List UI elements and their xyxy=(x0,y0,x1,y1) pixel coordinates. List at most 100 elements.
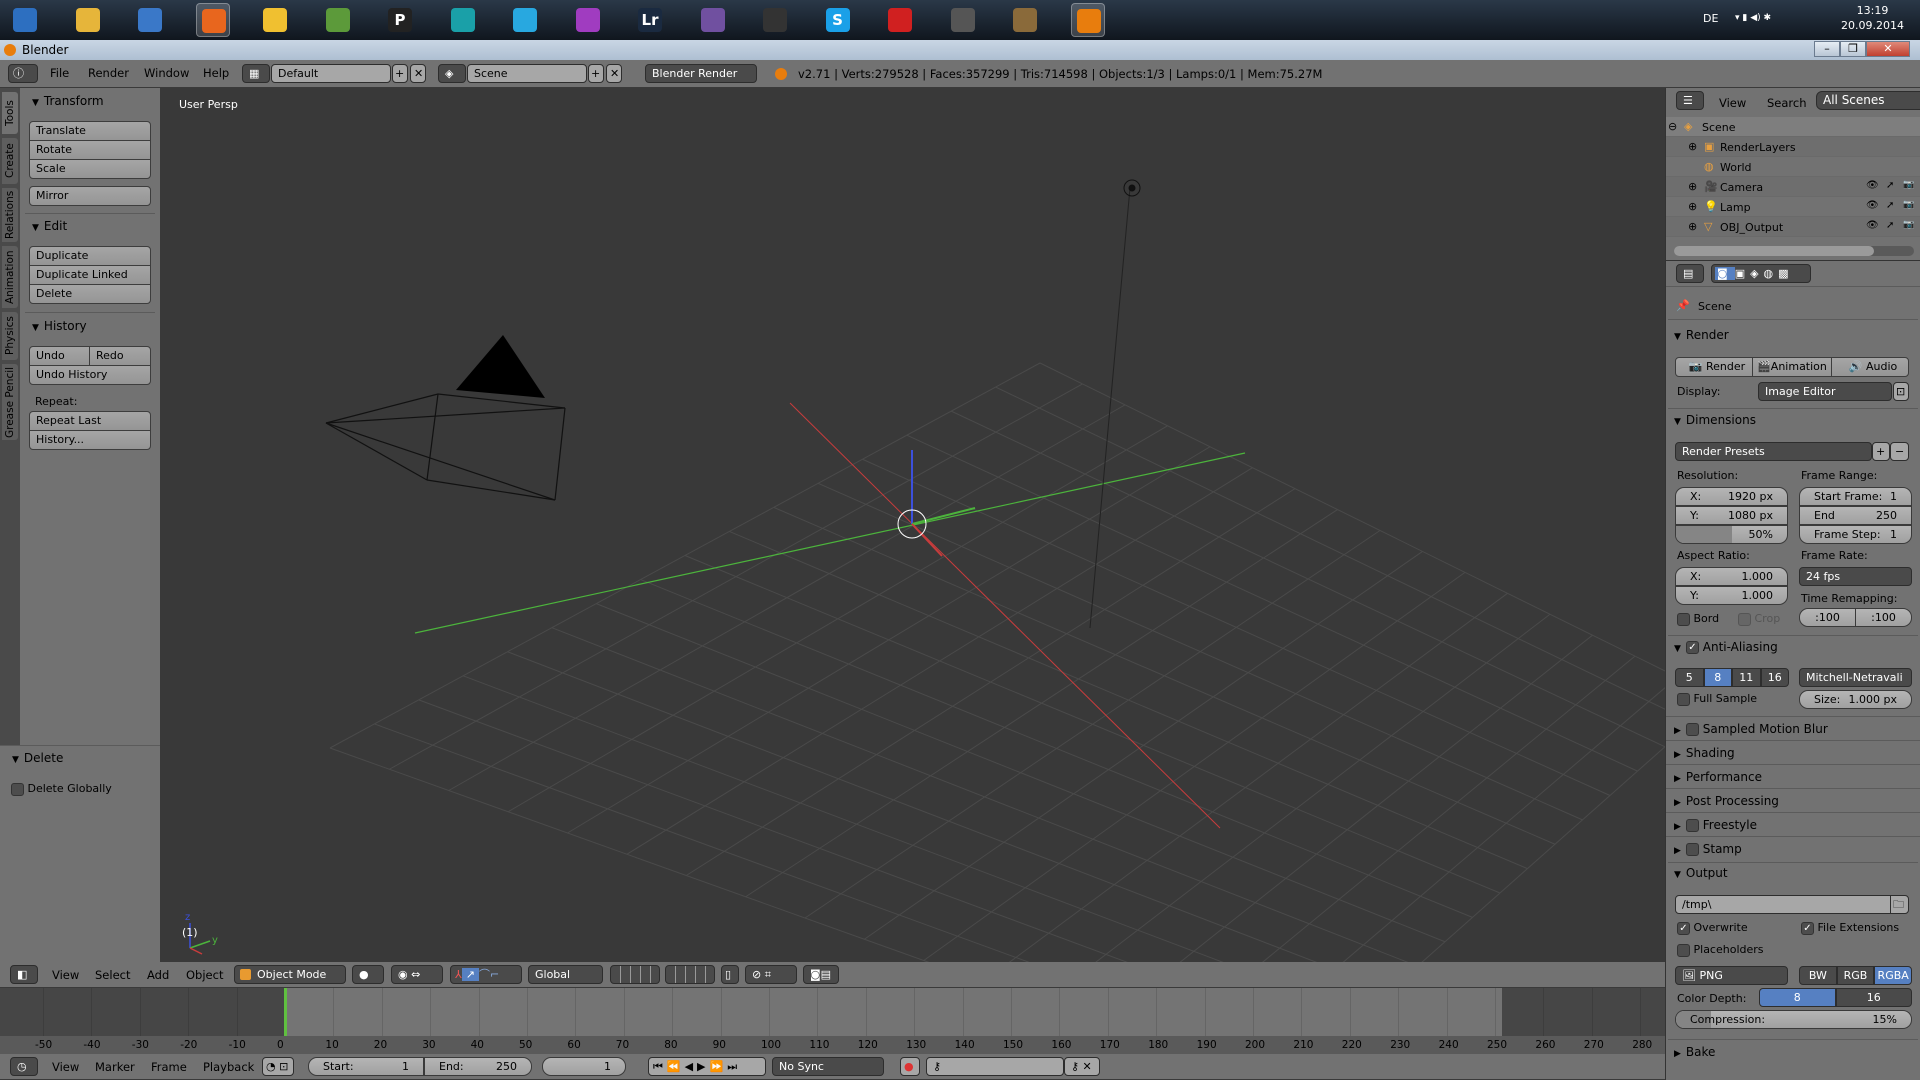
compression-slider[interactable]: Compression: 15% xyxy=(1675,1010,1912,1029)
undo-button[interactable]: Undo xyxy=(29,346,90,366)
aa-filter-select[interactable]: Mitchell-Netravali xyxy=(1799,668,1912,687)
menu-select[interactable]: Select xyxy=(95,968,130,982)
outliner-filter-select[interactable]: All Scenes xyxy=(1816,91,1920,110)
renderability-camera-icon[interactable]: 📷 xyxy=(1903,220,1914,230)
editor-type-info-icon[interactable]: ⓘ xyxy=(8,64,38,83)
panel-header-shading[interactable]: ▶ Shading xyxy=(1666,740,1920,764)
selectability-cursor-icon[interactable]: ➚ xyxy=(1886,180,1894,191)
outliner-search-menu[interactable]: Search xyxy=(1767,96,1807,110)
renderability-camera-icon[interactable]: 📷 xyxy=(1903,180,1914,190)
render-opengl-buttons[interactable]: ◙▤ xyxy=(803,965,839,984)
menu-window[interactable]: Window xyxy=(144,66,189,80)
frame-step-field[interactable]: Frame Step: 1 xyxy=(1799,525,1912,544)
tab-physics[interactable]: Physics xyxy=(2,312,18,360)
camera-up-triangle[interactable] xyxy=(456,335,545,398)
delete-globally-checkbox[interactable]: Delete Globally xyxy=(11,782,112,796)
edit-panel-header[interactable]: ▼ Edit xyxy=(32,219,67,233)
overwrite-checkbox[interactable]: ✓ Overwrite xyxy=(1677,921,1748,935)
clock[interactable]: 13:19 20.09.2014 xyxy=(1841,3,1904,33)
collapse-icon[interactable]: ⊖ xyxy=(1668,120,1677,133)
taskbar-app-4-icon[interactable] xyxy=(258,3,292,37)
aa-sample-8-button[interactable]: 8 xyxy=(1703,668,1732,687)
scene-field[interactable]: Scene xyxy=(467,64,587,83)
output-path-field[interactable]: /tmp\ xyxy=(1675,895,1891,914)
menu-add[interactable]: Add xyxy=(147,968,169,982)
taskbar-app-7-icon[interactable] xyxy=(446,3,480,37)
snap-select[interactable]: ⊘ ⌗ xyxy=(745,965,797,984)
color-mode-bw-button[interactable]: BW xyxy=(1799,966,1837,985)
menu-help[interactable]: Help xyxy=(203,66,229,80)
menu-view[interactable]: View xyxy=(52,968,79,982)
frame-rate-select[interactable]: 24 fps xyxy=(1799,567,1912,586)
delete-operator-header[interactable]: ▼ Delete xyxy=(12,751,63,765)
taskbar-app-9-icon[interactable] xyxy=(571,3,605,37)
properties-context-tabs[interactable]: ◙ ▣◈◍▩ xyxy=(1711,264,1811,283)
output-panel-header[interactable]: ▼ Output xyxy=(1674,866,1728,880)
taskbar-app-12-icon[interactable] xyxy=(758,3,792,37)
menu-render[interactable]: Render xyxy=(88,66,129,80)
taskbar-app-17-icon[interactable] xyxy=(1070,3,1105,37)
start-frame-field[interactable]: Start Frame: 1 xyxy=(1799,487,1912,506)
panel-header-freestyle[interactable]: ▶ Freestyle xyxy=(1666,812,1920,836)
menu-playback[interactable]: Playback xyxy=(203,1060,254,1074)
render-presets-select[interactable]: Render Presets xyxy=(1675,442,1872,461)
tab-create[interactable]: Create xyxy=(2,138,18,184)
placeholders-checkbox[interactable]: Placeholders xyxy=(1677,943,1764,957)
aa-sample-16-button[interactable]: 16 xyxy=(1760,668,1789,687)
expand-icon[interactable]: ⊕ xyxy=(1688,140,1697,153)
pin-icon[interactable]: 📌 xyxy=(1676,299,1690,312)
render-engine-select[interactable]: Blender Render xyxy=(645,64,757,83)
editor-type-timeline-icon[interactable]: ◷ xyxy=(10,1057,38,1076)
taskbar-app-5-icon[interactable] xyxy=(321,3,355,37)
aspect-y-field[interactable]: Y: 1.000 xyxy=(1675,586,1788,605)
close-button[interactable]: ✕ xyxy=(1866,41,1910,57)
selectability-cursor-icon[interactable]: ➚ xyxy=(1886,220,1894,231)
current-frame-field[interactable]: 1 xyxy=(542,1057,626,1076)
aspect-x-field[interactable]: X: 1.000 xyxy=(1675,567,1788,586)
rotate-button[interactable]: Rotate xyxy=(29,140,151,160)
aa-sample-5-button[interactable]: 5 xyxy=(1675,668,1704,687)
taskbar-app-2-icon[interactable] xyxy=(133,3,167,37)
file-format-select[interactable]: 🖼 PNG xyxy=(1675,966,1788,985)
bake-panel-header[interactable]: ▶ Bake xyxy=(1674,1045,1715,1059)
tab-tools[interactable]: Tools xyxy=(2,92,18,134)
tab-animation[interactable]: Animation xyxy=(2,246,18,308)
taskbar-app-3-icon[interactable] xyxy=(195,3,230,37)
menu-object[interactable]: Object xyxy=(186,968,223,982)
aa-sample-11-button[interactable]: 11 xyxy=(1732,668,1761,687)
tab-relations[interactable]: Relations xyxy=(2,188,18,242)
lock-layers-icon[interactable]: ▯ xyxy=(721,965,739,984)
timeline[interactable] xyxy=(0,988,1665,1036)
add-preset-button[interactable]: + xyxy=(1872,442,1890,461)
taskbar-app-14-icon[interactable] xyxy=(883,3,917,37)
resolution-x-field[interactable]: X: 1920 px xyxy=(1675,487,1788,506)
remove-scene-button[interactable]: ✕ xyxy=(606,64,622,83)
display-select[interactable]: Image Editor xyxy=(1758,382,1892,401)
keying-lock-buttons[interactable]: ◔ ⊡ xyxy=(262,1057,294,1076)
outliner-item[interactable]: ⊕ 🎥 Camera 👁 ➚ 📷 xyxy=(1666,177,1920,197)
undo-history-button[interactable]: Undo History xyxy=(29,365,151,385)
history-panel-header[interactable]: ▼ History xyxy=(32,319,87,333)
shading-select[interactable]: ● xyxy=(352,965,384,984)
minimize-button[interactable]: – xyxy=(1814,41,1840,57)
selectability-cursor-icon[interactable]: ➚ xyxy=(1886,200,1894,211)
pivot-select[interactable]: ◉ ⇔ xyxy=(391,965,443,984)
visibility-eye-icon[interactable]: 👁 xyxy=(1866,200,1879,211)
panel-header-stamp[interactable]: ▶ Stamp xyxy=(1666,836,1920,860)
taskbar-app-6-icon[interactable]: P xyxy=(383,3,417,37)
outliner-item[interactable]: ⊕ ▣ RenderLayers xyxy=(1666,137,1920,157)
panel-header-sampled-motion-blur[interactable]: ▶ Sampled Motion Blur xyxy=(1666,716,1920,740)
color-mode-rgb-button[interactable]: RGB xyxy=(1836,966,1875,985)
expand-icon[interactable]: ⊕ xyxy=(1688,200,1697,213)
mirror-button[interactable]: Mirror xyxy=(29,186,151,206)
resolution-percentage-slider[interactable]: 50% xyxy=(1675,525,1788,544)
scene-icon[interactable]: ◈ xyxy=(438,64,466,83)
repeat-last-button[interactable]: Repeat Last xyxy=(29,411,151,431)
remap-old-field[interactable]: :100 xyxy=(1799,608,1856,627)
taskbar-app-13-icon[interactable]: S xyxy=(821,3,855,37)
taskbar-app-15-icon[interactable] xyxy=(946,3,980,37)
color-mode-rgba-button[interactable]: RGBA xyxy=(1874,966,1913,985)
start-frame-field[interactable]: Start: 1 xyxy=(308,1057,424,1076)
record-button[interactable]: ● xyxy=(900,1057,920,1076)
editor-type-properties-icon[interactable]: ▤ xyxy=(1676,264,1704,283)
